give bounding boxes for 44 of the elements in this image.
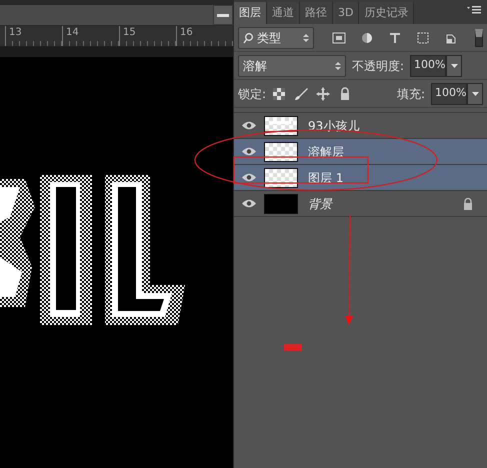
caret-icon <box>450 64 458 68</box>
eye-icon[interactable] <box>242 147 256 156</box>
ruler-label: 15 <box>123 26 136 39</box>
search-icon <box>243 32 253 44</box>
panel-tab[interactable]: 历史记录 <box>359 2 414 24</box>
fill-label: 填充: <box>396 86 425 102</box>
layer-thumbnail <box>264 116 298 136</box>
eye-icon[interactable] <box>242 199 256 208</box>
layer-name: 背景 <box>308 196 334 212</box>
opacity-label: 不透明度: <box>352 58 404 74</box>
minimize-button[interactable] <box>213 5 233 25</box>
type-filter-icon[interactable] <box>388 30 402 44</box>
shape-filter-icon[interactable] <box>416 30 430 44</box>
lock-label: 锁定: <box>238 86 266 102</box>
image-filter-icon[interactable] <box>332 30 346 44</box>
ruler-label: 14 <box>66 26 79 39</box>
adjustment-filter-icon[interactable] <box>360 30 374 44</box>
lock-transparency-icon[interactable] <box>272 86 286 100</box>
annotation-scribble <box>284 344 302 351</box>
panel-tab[interactable]: 3D <box>333 2 360 24</box>
minus-icon <box>217 14 229 16</box>
ruler-label: 16 <box>180 26 193 39</box>
panel-tab[interactable]: 通道 <box>267 2 300 24</box>
caret-icon <box>472 92 478 96</box>
opacity-dropdown-button[interactable] <box>446 54 462 76</box>
layer-thumbnail <box>264 194 298 214</box>
panel-tab[interactable]: 路径 <box>300 2 333 24</box>
fill-dropdown-button[interactable] <box>467 82 483 104</box>
opacity-field[interactable]: 100% <box>410 54 446 76</box>
up-down-caret-icon <box>303 32 309 42</box>
fill-field[interactable]: 100% <box>431 82 467 104</box>
filter-dropdown[interactable]: 类型 <box>238 26 314 48</box>
move-icon[interactable] <box>316 86 330 100</box>
filter-toggle[interactable] <box>475 28 483 46</box>
blend-mode-dropdown[interactable]: 溶解 <box>238 54 346 76</box>
layer-row[interactable]: 背景 <box>234 191 487 217</box>
ruler-label: 13 <box>9 26 22 39</box>
layer-thumbnail <box>264 142 298 162</box>
panel-tab[interactable]: 图层 <box>234 2 267 24</box>
eye-icon[interactable] <box>242 121 256 130</box>
brush-icon[interactable] <box>294 86 308 100</box>
layer-thumbnail <box>264 168 298 188</box>
eye-icon[interactable] <box>242 173 256 182</box>
up-down-caret-icon <box>335 60 341 70</box>
